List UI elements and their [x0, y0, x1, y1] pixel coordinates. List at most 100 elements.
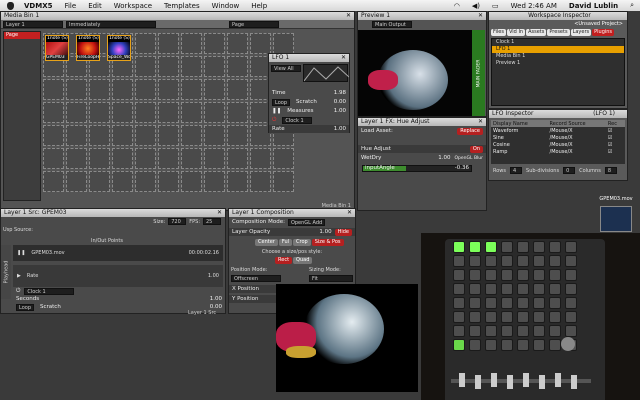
- clip-gpem03[interactable]: 1note (S) GPEM03: [45, 35, 69, 61]
- clip-slot[interactable]: [227, 102, 248, 123]
- main-fader[interactable]: MAIN FADER: [472, 30, 485, 116]
- clip-slot[interactable]: [250, 33, 271, 54]
- clip-slot[interactable]: [158, 79, 179, 100]
- clip-slot[interactable]: [43, 102, 64, 123]
- fps-field[interactable]: 25: [203, 218, 221, 225]
- clip-slot[interactable]: [112, 125, 133, 146]
- power-icon[interactable]: ⏻: [272, 117, 276, 124]
- clip-slot[interactable]: [204, 56, 225, 77]
- close-icon[interactable]: ✕: [347, 209, 352, 217]
- fx-hue-row[interactable]: Hue Adjust On: [358, 145, 486, 153]
- clip-slot[interactable]: [66, 171, 87, 192]
- quad-button[interactable]: Quad: [293, 257, 313, 264]
- clip-slot[interactable]: [227, 125, 248, 146]
- clip-slot[interactable]: [227, 56, 248, 77]
- play-icon[interactable]: ▶: [17, 273, 21, 279]
- clip-slot[interactable]: [89, 171, 110, 192]
- tab-plugins[interactable]: Plugins: [592, 29, 615, 36]
- clip-slot[interactable]: [204, 33, 225, 54]
- clip-slot[interactable]: [112, 148, 133, 169]
- clip-slot[interactable]: [181, 125, 202, 146]
- clip-slot[interactable]: [181, 33, 202, 54]
- clip-spaceworld[interactable]: 1note (S) Space_World: [107, 35, 131, 61]
- pause-icon[interactable]: ❚❚: [272, 108, 281, 114]
- lfo-clock-select[interactable]: Clock 1: [282, 116, 313, 124]
- clip-slot[interactable]: [89, 125, 110, 146]
- clip-slot[interactable]: [227, 148, 248, 169]
- clip-slot[interactable]: [112, 79, 133, 100]
- clip-timeline[interactable]: ❚❚ GPEM03.mov 00:00:02.16: [13, 245, 223, 261]
- clip-slot[interactable]: [204, 148, 225, 169]
- opacity-row[interactable]: Layer Opacity 1.00 Hide: [229, 228, 355, 236]
- clip-slot[interactable]: [89, 79, 110, 100]
- apple-icon[interactable]: [7, 1, 14, 10]
- clock-select[interactable]: Clock 1: [24, 287, 75, 295]
- rect-button[interactable]: Rect: [275, 257, 293, 264]
- clip-slot[interactable]: [181, 56, 202, 77]
- pause-icon[interactable]: ❚❚: [17, 250, 25, 256]
- clip-slot[interactable]: [181, 171, 202, 192]
- menu-clock[interactable]: Wed 2:46 AM: [511, 2, 557, 10]
- clip-slot[interactable]: [89, 148, 110, 169]
- comp-mode-select[interactable]: OpenGL Add: [287, 218, 326, 226]
- clip-slot[interactable]: [181, 79, 202, 100]
- plugin-item[interactable]: Clock 1: [492, 39, 624, 46]
- clip-slot[interactable]: [135, 125, 156, 146]
- clip-slot[interactable]: [273, 171, 294, 192]
- lfo-rate-row[interactable]: Rate 1.00: [269, 125, 349, 133]
- clip-slot[interactable]: [89, 102, 110, 123]
- lfo-measures-row[interactable]: ❚❚ Measures 1.00: [269, 107, 349, 115]
- crop-button[interactable]: Crop: [293, 239, 311, 246]
- clip-slot[interactable]: [227, 79, 248, 100]
- clip-slot[interactable]: [112, 102, 133, 123]
- table-row[interactable]: Sine/Mouse/X ☑: [491, 134, 625, 141]
- plugin-item[interactable]: Preview 1: [492, 60, 624, 67]
- lfo-time-row[interactable]: Time 1.98: [269, 89, 349, 97]
- seconds-row[interactable]: Seconds 1.00: [13, 295, 225, 303]
- clip-slot[interactable]: [135, 171, 156, 192]
- clip-slot[interactable]: [250, 171, 271, 192]
- rec-checkbox[interactable]: ☑: [606, 127, 625, 134]
- tab-vid-in[interactable]: Vid In: [506, 29, 526, 36]
- clip-slot[interactable]: [158, 125, 179, 146]
- table-row[interactable]: Waveform/Mouse/X ☑: [491, 127, 625, 134]
- hide-button[interactable]: Hide: [334, 228, 352, 236]
- rec-checkbox[interactable]: ☑: [606, 141, 625, 148]
- close-icon[interactable]: ✕: [346, 12, 351, 20]
- lfo-clock-row[interactable]: ⏻ Clock 1: [269, 116, 349, 124]
- clip-slot[interactable]: [66, 148, 87, 169]
- clip-slot[interactable]: [135, 33, 156, 54]
- clip-slot[interactable]: [158, 102, 179, 123]
- plugin-item[interactable]: Media Bin 1: [492, 53, 624, 60]
- clip-slot[interactable]: [181, 148, 202, 169]
- menu-workspace[interactable]: Workspace: [114, 2, 152, 10]
- tab-assets[interactable]: Assets: [526, 29, 547, 36]
- clip-slot[interactable]: [204, 125, 225, 146]
- menu-help[interactable]: Help: [251, 2, 267, 10]
- menu-edit[interactable]: Edit: [88, 2, 102, 10]
- desktop-file-icon[interactable]: [600, 206, 632, 232]
- clip-slot[interactable]: [204, 102, 225, 123]
- clip-slot[interactable]: [135, 102, 156, 123]
- clip-slot[interactable]: [135, 56, 156, 77]
- clip-slot[interactable]: [204, 171, 225, 192]
- clip-slot[interactable]: [66, 79, 87, 100]
- close-icon[interactable]: ✕: [478, 118, 483, 126]
- size-pos-button[interactable]: Size & Pos: [311, 239, 344, 246]
- sizing-select[interactable]: Fit: [309, 275, 353, 282]
- clip-slot[interactable]: [135, 148, 156, 169]
- power-icon[interactable]: ⏻: [16, 288, 20, 295]
- tab-layers[interactable]: Layers: [570, 29, 592, 36]
- tab-files[interactable]: Files: [491, 29, 506, 36]
- clip-slot[interactable]: [43, 79, 64, 100]
- center-button[interactable]: Center: [255, 239, 278, 246]
- tab-presets[interactable]: Presets: [547, 29, 570, 36]
- full-button[interactable]: Ful: [278, 239, 293, 246]
- lfo-view-select[interactable]: View All: [271, 65, 301, 72]
- size-field[interactable]: 720: [168, 218, 187, 225]
- trigger-mode-select[interactable]: Immediately: [66, 20, 156, 28]
- menu-templates[interactable]: Templates: [164, 2, 200, 10]
- preview-source-select[interactable]: Main Output: [372, 21, 412, 28]
- clip-slot[interactable]: [43, 125, 64, 146]
- menu-app[interactable]: VDMX5: [24, 2, 52, 10]
